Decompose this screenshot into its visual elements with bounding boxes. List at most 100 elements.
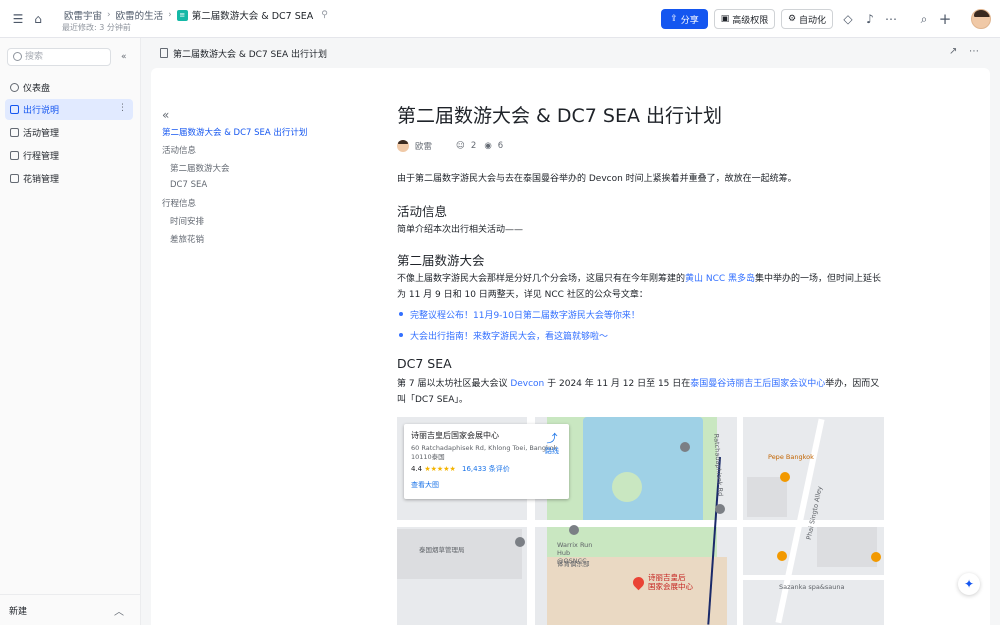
article-link-1[interactable]: 完整议程公布！11月9-10日第二届数字游民大会等你来！	[397, 308, 640, 321]
map-label: Pepe Bangkok	[768, 453, 814, 461]
sidebar-item-label: 活动管理	[23, 129, 60, 139]
share-out-icon[interactable]: ↗	[949, 46, 957, 57]
restaurant-marker[interactable]	[780, 472, 790, 482]
breadcrumb-item-current[interactable]: ≡ 第二届数游大会 & DC7 SEA ⚲	[176, 8, 328, 22]
heading-activity: 活动信息	[397, 204, 448, 219]
table-icon	[10, 151, 19, 160]
toc-item[interactable]: 差旅花销	[170, 233, 204, 245]
poi-marker[interactable]	[680, 442, 690, 452]
more-vertical-icon[interactable]: ⋮	[118, 103, 127, 113]
chevron-right-icon: ›	[168, 10, 172, 20]
sidebar-item-activities[interactable]: 活动管理	[5, 122, 133, 143]
heading-nomad: 第二届数游大会	[397, 253, 485, 268]
venue-link[interactable]: 泰国曼谷诗丽吉王后国家会议中心	[690, 379, 825, 389]
author-name[interactable]: 欧雷	[415, 140, 432, 152]
chevron-up-icon[interactable]: ︿	[114, 603, 124, 618]
ncc-link[interactable]: 黄山 NCC 黑多岛	[685, 274, 755, 284]
map-label: Sazanka spa&sauna	[779, 583, 845, 591]
plus-icon[interactable]: +	[937, 11, 953, 27]
new-button[interactable]: 新建 ︿	[0, 594, 141, 625]
doc-header-title: 第二届数游大会 & DC7 SEA 出行计划	[173, 50, 327, 60]
plugin-icon[interactable]: ◇	[840, 11, 856, 27]
dc7-paragraph: 第 7 届以太坊社区最大会议 Devcon 于 2024 年 11 月 12 日…	[397, 376, 884, 408]
directions-icon: ⤴	[546, 432, 558, 445]
poi-marker[interactable]	[569, 525, 579, 535]
map-label: 泰国烟草管理局	[419, 546, 465, 554]
permissions-button[interactable]: ▣ 高级权限	[714, 9, 775, 29]
new-label: 新建	[9, 607, 28, 617]
automation-button[interactable]: ⚙ 自动化	[781, 9, 833, 29]
map-embed[interactable]: 泰国烟草管理局 Warrix Run Hub @QSNCC 体育俱乐部 Pepe…	[397, 417, 884, 625]
user-avatar[interactable]	[971, 9, 991, 29]
star-icon: ★★★★★	[424, 465, 456, 473]
search-icon[interactable]: ⌕	[916, 11, 932, 27]
sidebar-item-label: 花销管理	[23, 175, 60, 185]
breadcrumb-item-space[interactable]: 欧雷宇宙	[64, 8, 102, 22]
permissions-label: 高级权限	[732, 15, 769, 26]
article-link-2[interactable]: 大会出行指南！来数字游民大会，看这篇就够啦～	[397, 329, 608, 342]
ai-assistant-button[interactable]: ✦	[958, 573, 980, 595]
more-icon[interactable]: ⋯	[969, 46, 979, 57]
toc-item[interactable]: DC7 SEA	[170, 180, 207, 190]
road	[737, 575, 884, 580]
bell-icon[interactable]: ♪	[862, 11, 878, 27]
devcon-link[interactable]: Devcon	[510, 379, 544, 389]
document-canvas: « 第二届数游大会 & DC7 SEA 出行计划 活动信息 第二届数游大会 DC…	[151, 68, 990, 625]
spa-marker[interactable]	[777, 551, 787, 561]
sidebar-item-dashboard[interactable]: 仪表盘	[5, 77, 133, 98]
island	[612, 472, 642, 502]
permissions-icon: ▣	[720, 14, 730, 24]
restaurant-marker[interactable]	[871, 552, 881, 562]
activity-desc: 简单介绍本次出行相关活动——	[397, 225, 524, 235]
poi-marker[interactable]	[515, 537, 525, 547]
search-icon	[13, 52, 22, 61]
map-label: 体育俱乐部	[557, 560, 590, 568]
place-address: 60 Ratchadaphisek Rd, Khlong Toei, Bangk…	[411, 444, 558, 461]
toc-item[interactable]: 时间安排	[170, 215, 204, 227]
lake	[583, 417, 703, 527]
pin-icon[interactable]: ⚲	[321, 10, 328, 20]
share-button[interactable]: ⇪ 分享	[661, 9, 708, 29]
building-block	[747, 477, 787, 517]
breadcrumb-item-life[interactable]: 欧雷的生活	[116, 8, 164, 22]
chevron-right-icon: ›	[107, 10, 111, 20]
sidebar-item-itinerary[interactable]: 行程管理	[5, 145, 133, 166]
poi-marker[interactable]	[715, 504, 725, 514]
sidebar-toggle-icon[interactable]: ☰	[10, 11, 26, 27]
intro-paragraph: 由于第二届数字游民大会与去在泰国曼谷举办的 Devcon 时间上紧挨着并重叠了，…	[397, 174, 797, 184]
collapse-toc-icon[interactable]: «	[162, 108, 169, 122]
toc-item[interactable]: 第二届数游大会 & DC7 SEA 出行计划	[162, 126, 307, 138]
collapse-sidebar-icon[interactable]: «	[121, 52, 127, 62]
automation-label: 自动化	[799, 15, 827, 26]
directions-button[interactable]: ⤴ 路线	[545, 430, 559, 456]
top-bar: ☰ ⌂ 欧雷宇宙 › 欧雷的生活 › ≡ 第二届数游大会 & DC7 SEA ⚲…	[0, 0, 1000, 38]
doc-header: 第二届数游大会 & DC7 SEA 出行计划 ↗ ⋯	[141, 38, 1000, 68]
doc-icon	[10, 105, 19, 114]
heading-dc7: DC7 SEA	[397, 356, 452, 371]
toc-item[interactable]: 第二届数游大会	[170, 162, 230, 174]
doc-icon	[160, 48, 168, 58]
view-larger-map-link[interactable]: 查看大图	[411, 480, 562, 490]
author-avatar[interactable]	[397, 140, 409, 152]
more-icon[interactable]: ⋯	[883, 11, 899, 27]
collaborators-icon: ☺	[456, 141, 465, 151]
dc7-text-1: 第 7 届以太坊社区最大会议	[397, 379, 511, 389]
share-label: 分享	[680, 15, 699, 26]
breadcrumb: 欧雷宇宙 › 欧雷的生活 › ≡ 第二届数游大会 & DC7 SEA ⚲	[64, 8, 328, 22]
dashboard-icon	[10, 83, 19, 92]
views-count: 6	[497, 141, 504, 151]
home-icon[interactable]: ⌂	[30, 11, 46, 27]
page-title[interactable]: 第二届数游大会 & DC7 SEA 出行计划	[397, 101, 722, 128]
doc-meta: 欧雷 ☺ 2 ◉ 6	[397, 140, 503, 152]
toc-item[interactable]: 行程信息	[162, 197, 196, 209]
place-name: 诗丽吉皇后国家会展中心	[411, 431, 499, 440]
venue-label-line: 诗丽吉皇后	[648, 573, 686, 582]
eye-icon: ◉	[484, 141, 492, 151]
sidebar: 搜索 « 仪表盘 出行说明 ⋮ 活动管理 行程管理 花销管理 新建 ︿	[0, 38, 141, 625]
last-edited-text: 最近修改: 3 分钟前	[62, 23, 131, 32]
reviews-link[interactable]: 16,433 条评价	[462, 465, 510, 473]
sidebar-item-expenses[interactable]: 花销管理	[5, 168, 133, 189]
search-input[interactable]: 搜索	[7, 48, 111, 66]
toc-item[interactable]: 活动信息	[162, 144, 196, 156]
sidebar-item-travel-notes[interactable]: 出行说明 ⋮	[5, 99, 133, 120]
